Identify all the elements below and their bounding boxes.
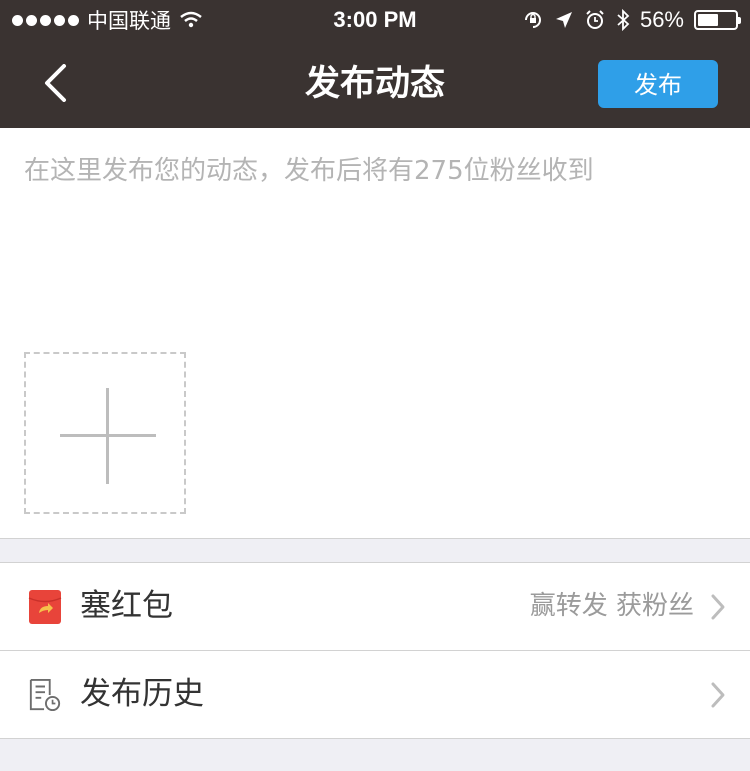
section-divider [0, 538, 750, 539]
post-composer[interactable]: 在这里发布您的动态，发布后将有275位粉丝收到 [0, 128, 750, 538]
red-envelope-icon [28, 590, 62, 624]
red-envelope-label: 塞红包 [80, 588, 173, 624]
history-icon [29, 678, 61, 712]
chevron-right-icon [711, 594, 725, 620]
red-envelope-row[interactable]: 塞红包 赢转发 获粉丝 [0, 563, 750, 651]
nav-bar: 发布动态 发布 [0, 40, 750, 128]
red-envelope-note: 赢转发 获粉丝 [529, 591, 694, 621]
alarm-icon [586, 10, 604, 29]
battery-fill [698, 14, 718, 26]
options-list: 塞红包 赢转发 获粉丝 发布历史 [0, 562, 750, 739]
publish-history-row[interactable]: 发布历史 [0, 651, 750, 739]
rotation-lock-icon [524, 12, 541, 28]
bluetooth-icon [617, 8, 630, 32]
status-right: 56% [522, 0, 741, 40]
add-photo-button[interactable] [24, 352, 186, 514]
chevron-right-icon [711, 682, 725, 708]
publish-history-label: 发布历史 [80, 676, 204, 712]
post-text-input[interactable]: 在这里发布您的动态，发布后将有275位粉丝收到 [24, 150, 724, 187]
publish-button[interactable]: 发布 [598, 60, 718, 108]
battery-icon [694, 10, 741, 30]
status-bar: 中国联通 3:00 PM 56% [0, 0, 750, 40]
battery-percent: 56% [639, 7, 684, 32]
location-arrow-icon [555, 12, 572, 28]
